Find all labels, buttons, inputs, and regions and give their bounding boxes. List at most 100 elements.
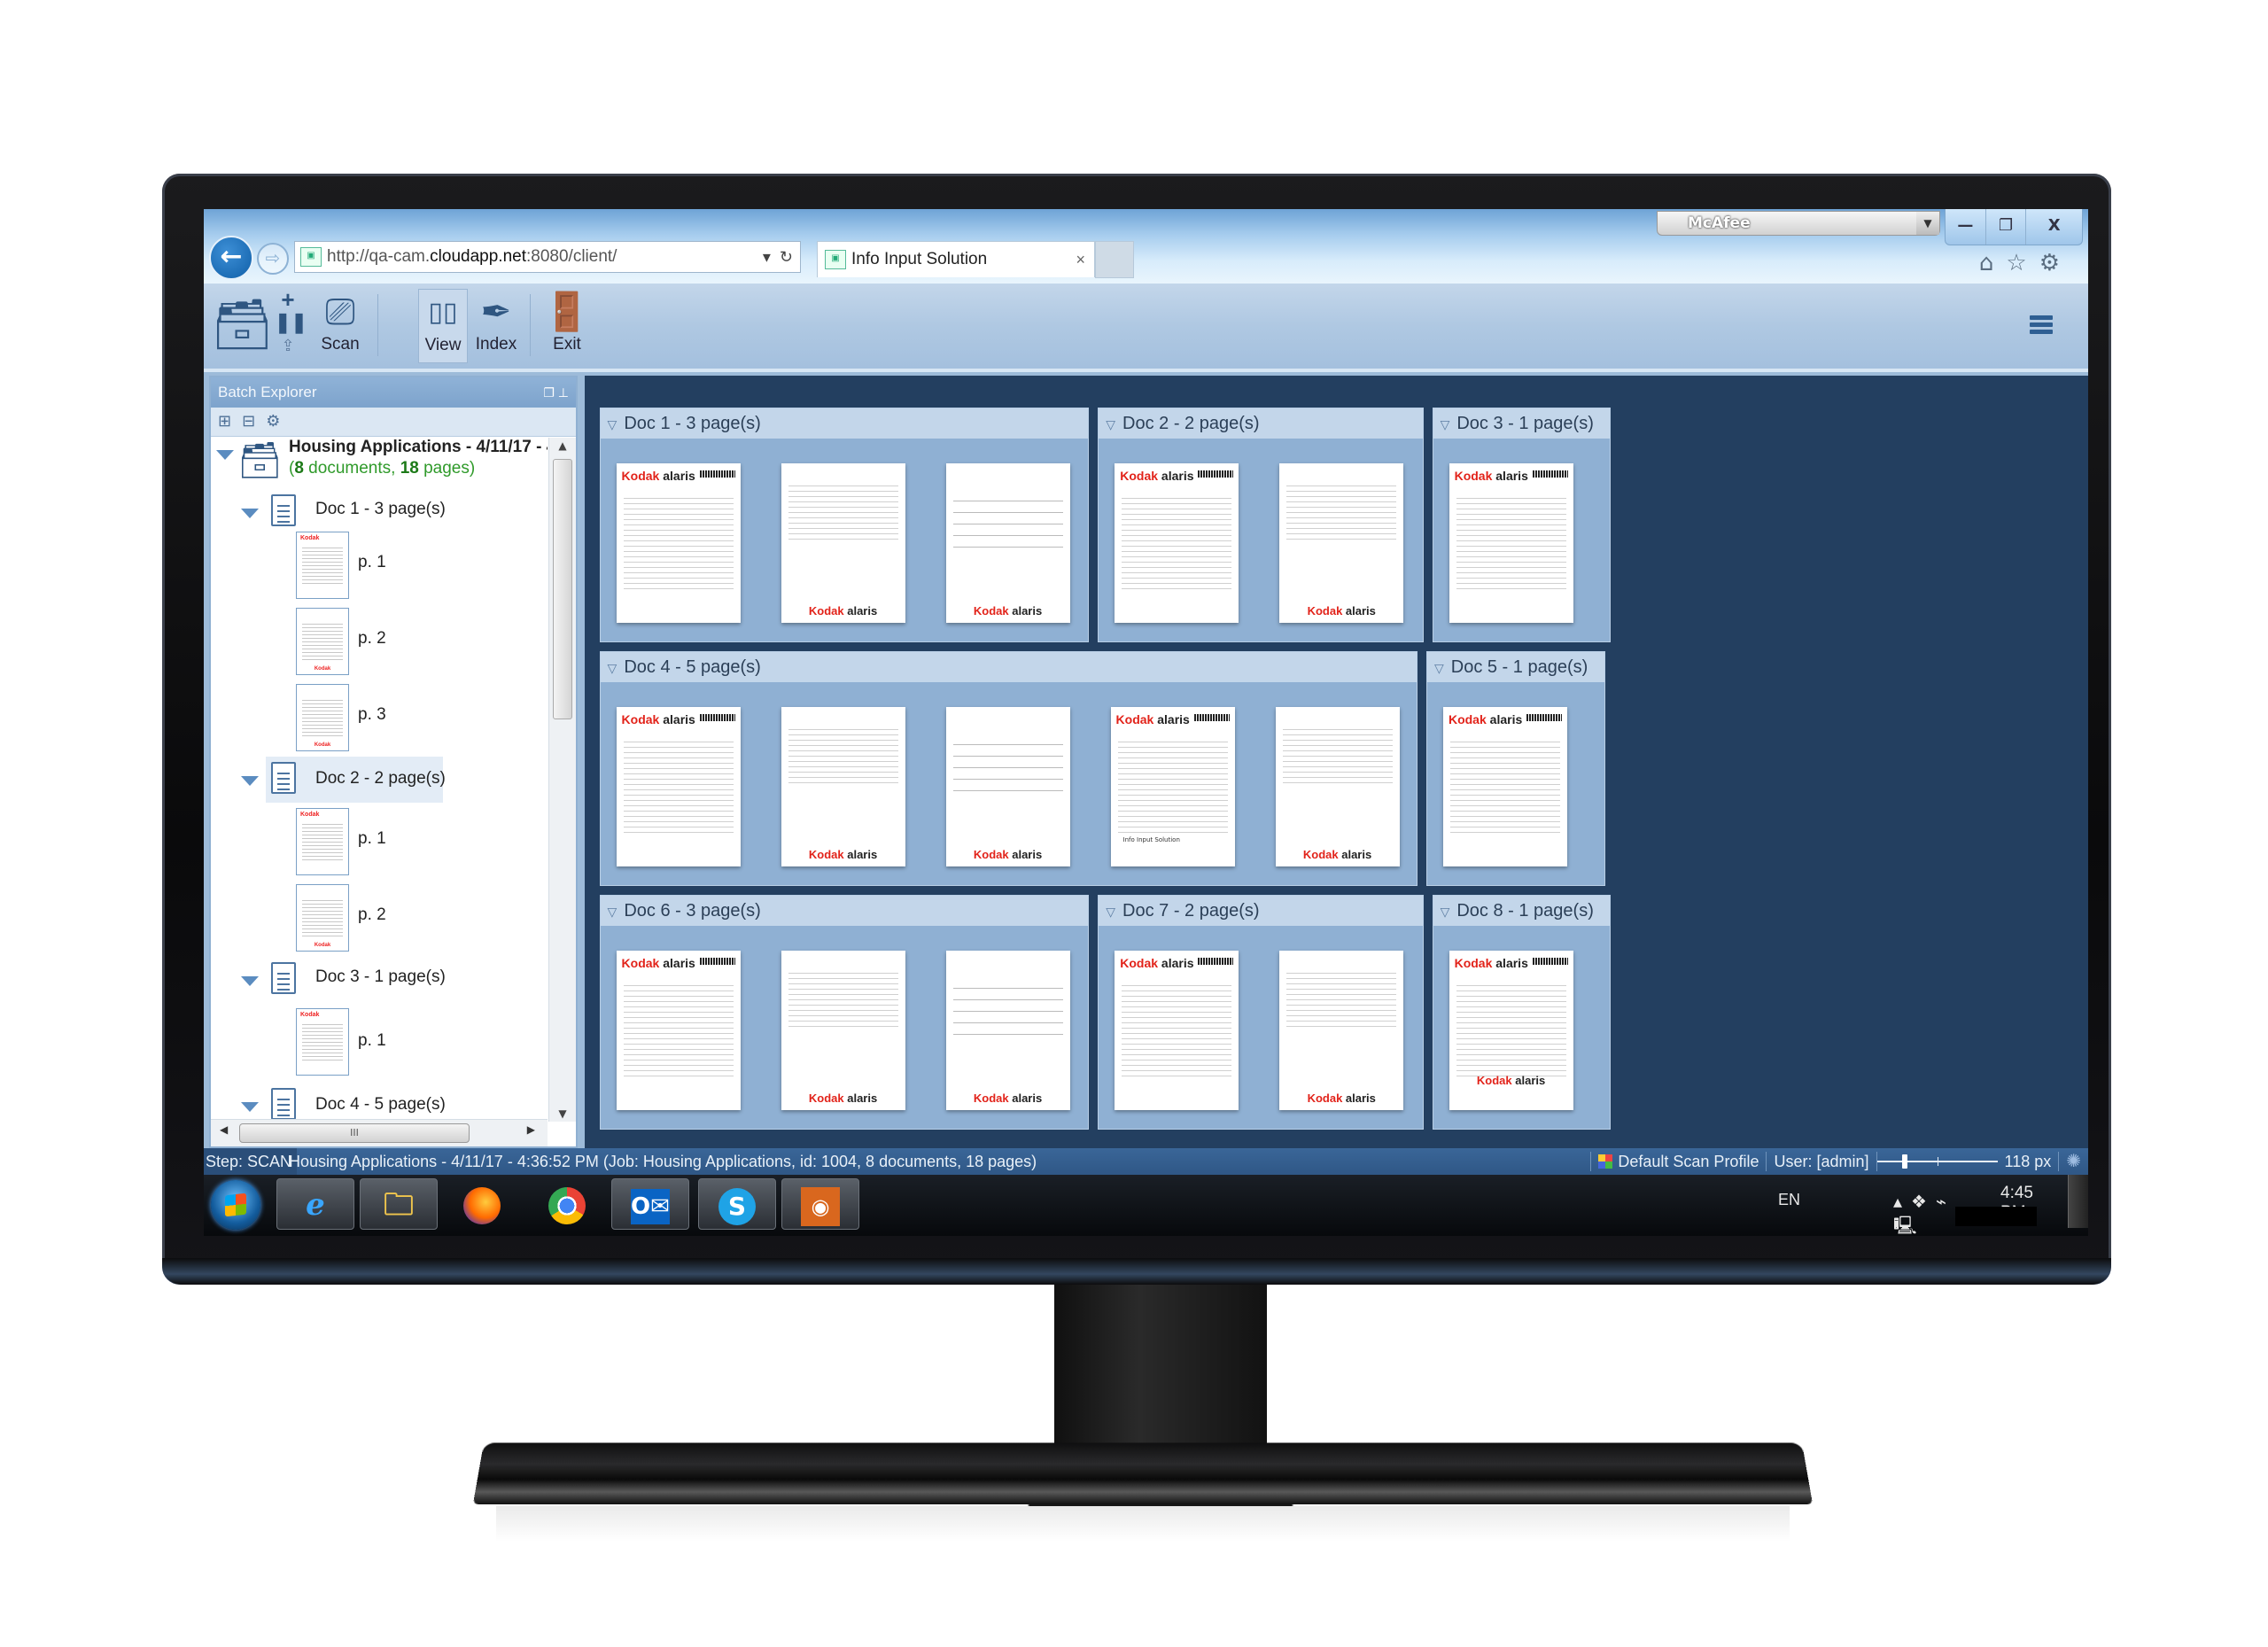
page-thumbnail[interactable]: Kodak alaris: [1449, 463, 1573, 624]
page-thumbnail[interactable]: Kodak alaris: [945, 950, 1070, 1110]
tree-page-label[interactable]: p. 2: [358, 905, 386, 925]
collapse-chevron-icon[interactable]: ▽: [1106, 409, 1115, 439]
tree-page-thumbnail[interactable]: Kodak: [296, 808, 349, 875]
expand-triangle-icon[interactable]: [241, 1102, 259, 1112]
scroll-down-icon[interactable]: ▼: [549, 1107, 576, 1120]
doc-group-6[interactable]: ▽ Doc 6 - 3 page(s) Kodak alaris Kodak alar…: [599, 894, 1090, 1130]
page-thumbnail[interactable]: Kodak alaris: [1279, 950, 1404, 1110]
tree-page-thumbnail[interactable]: Kodak: [296, 608, 349, 675]
new-tab-button[interactable]: [1095, 241, 1134, 278]
gear-icon[interactable]: ⚙: [2039, 250, 2072, 276]
scroll-up-icon[interactable]: ▲: [549, 439, 576, 452]
page-thumbnail[interactable]: Kodak alaris: [1115, 463, 1239, 624]
page-thumbnail[interactable]: Kodak alaris: [945, 463, 1070, 624]
index-button[interactable]: ✒ Index: [471, 289, 521, 363]
float-panel-icon[interactable]: ❐: [543, 385, 555, 400]
dropbox-icon[interactable]: ❖: [1911, 1193, 1936, 1212]
expand-triangle-icon[interactable]: [241, 976, 259, 986]
page-thumbnail[interactable]: Kodak alaris Info Input Solution: [1110, 707, 1235, 867]
collapse-chevron-icon[interactable]: ▽: [608, 897, 617, 926]
doc-group-1[interactable]: ▽ Doc 1 - 3 page(s) Kodak alaris Kodak alar…: [599, 408, 1090, 643]
collapse-chevron-icon[interactable]: ▽: [1434, 653, 1444, 682]
pin-icon[interactable]: ⊥: [558, 385, 569, 400]
settings-gears-icon[interactable]: ⚙: [266, 412, 280, 431]
add-icon[interactable]: +: [275, 288, 301, 311]
tree-page-thumbnail[interactable]: Kodak: [296, 684, 349, 751]
network-icon[interactable]: 🖳: [1893, 1216, 1926, 1236]
show-hidden-icons-icon[interactable]: ▴: [1893, 1193, 1911, 1212]
doc-group-header[interactable]: ▽ Doc 7 - 2 page(s): [1099, 895, 1423, 926]
doc-group-header[interactable]: ▽ Doc 6 - 3 page(s): [600, 895, 1089, 926]
collapse-chevron-icon[interactable]: ▽: [608, 653, 617, 682]
tab-close-icon[interactable]: ×: [1076, 242, 1085, 277]
scroll-thumb[interactable]: III: [239, 1123, 470, 1143]
tree-page-label[interactable]: p. 1: [358, 1031, 386, 1051]
doc-group-header[interactable]: ▽ Doc 8 - 1 page(s): [1433, 895, 1611, 926]
collapse-all-icon[interactable]: ⊟: [242, 412, 255, 431]
upload-icon[interactable]: ⇪: [275, 335, 301, 356]
doc-group-4[interactable]: ▽ Doc 4 - 5 page(s) Kodak alaris Kodak alar…: [599, 651, 1418, 886]
back-button[interactable]: ←: [209, 236, 253, 280]
page-thumbnail[interactable]: Kodak alaris: [1442, 707, 1567, 867]
doc-group-5[interactable]: ▽ Doc 5 - 1 page(s) Kodak alaris: [1425, 651, 1605, 886]
expand-triangle-icon[interactable]: [241, 509, 259, 518]
tree-page-thumbnail[interactable]: Kodak: [296, 1008, 349, 1076]
page-thumbnail[interactable]: Kodak alaris: [781, 950, 905, 1110]
scroll-left-icon[interactable]: ◀: [220, 1123, 228, 1136]
page-thumbnail[interactable]: Kodak alaris: [616, 463, 741, 624]
batch-node-title[interactable]: Housing Applications - 4/11/17 - 4: [289, 438, 548, 457]
doc-group-header[interactable]: ▽ Doc 2 - 2 page(s): [1099, 408, 1423, 439]
page-thumbnail[interactable]: Kodak alaris: [1279, 463, 1404, 624]
tree-doc-3[interactable]: Doc 3 - 1 page(s): [315, 967, 446, 987]
taskbar-chrome[interactable]: [528, 1178, 606, 1230]
doc-group-header[interactable]: ▽ Doc 4 - 5 page(s): [600, 652, 1418, 683]
restore-button[interactable]: ❐: [1986, 209, 2027, 245]
expand-triangle-icon[interactable]: [216, 450, 234, 460]
taskbar-camera-app[interactable]: ◉: [781, 1178, 859, 1230]
scan-button[interactable]: ⎚ Scan: [314, 289, 367, 363]
tree-page-label[interactable]: p. 1: [358, 553, 386, 572]
collapse-chevron-icon[interactable]: ▽: [1106, 897, 1115, 926]
taskbar-firefox[interactable]: [443, 1178, 521, 1230]
scroll-right-icon[interactable]: ▶: [527, 1123, 535, 1136]
chevron-down-icon[interactable]: ▼: [1916, 212, 1939, 235]
page-thumbnail[interactable]: Kodak alaris: [945, 707, 1070, 867]
taskbar-file-explorer[interactable]: 🗀: [360, 1178, 438, 1230]
tree-horizontal-scrollbar[interactable]: ◀ III ▶: [211, 1119, 548, 1146]
browser-tab[interactable]: ▣ Info Input Solution ×: [817, 241, 1095, 277]
exit-button[interactable]: 🚪 Exit: [542, 289, 592, 363]
doc-group-header[interactable]: ▽ Doc 5 - 1 page(s): [1426, 652, 1604, 683]
tree-page-label[interactable]: p. 1: [358, 829, 386, 849]
scan-profile[interactable]: Default Scan Profile: [1590, 1152, 1766, 1171]
forward-button[interactable]: ⇨: [257, 243, 289, 275]
doc-group-7[interactable]: ▽ Doc 7 - 2 page(s) Kodak alaris Kodak alar…: [1098, 894, 1424, 1130]
page-thumbnail[interactable]: Kodak alaris: [1275, 707, 1400, 867]
page-thumbnail[interactable]: Kodak alaris Kodak alaris: [1449, 950, 1573, 1110]
address-dropdown-icon[interactable]: ▾: [763, 248, 771, 266]
batch-button[interactable]: 🗃: [211, 289, 274, 363]
doc-group-header[interactable]: ▽ Doc 3 - 1 page(s): [1433, 408, 1611, 439]
slider-knob[interactable]: [1902, 1154, 1908, 1169]
tree-doc-2[interactable]: Doc 2 - 2 page(s): [315, 769, 446, 789]
taskbar-internet-explorer[interactable]: e: [276, 1178, 354, 1230]
close-button[interactable]: X: [2026, 209, 2082, 245]
show-desktop-button[interactable]: [2068, 1175, 2088, 1228]
tree-vertical-scrollbar[interactable]: ▲ ▼: [548, 438, 576, 1122]
doc-group-header[interactable]: ▽ Doc 1 - 3 page(s): [600, 408, 1089, 439]
page-thumbnail[interactable]: Kodak alaris: [616, 707, 741, 867]
collapse-chevron-icon[interactable]: ▽: [1441, 409, 1450, 439]
page-thumbnail[interactable]: Kodak alaris: [1115, 950, 1239, 1110]
view-button[interactable]: ▯▯ View: [418, 289, 468, 363]
mcafee-toolbar[interactable]: McAfee ▼: [1657, 211, 1940, 236]
star-icon[interactable]: ☆: [2006, 250, 2039, 276]
page-thumbnail[interactable]: Kodak alaris: [781, 707, 905, 867]
tree-doc-1[interactable]: Doc 1 - 3 page(s): [315, 500, 446, 519]
refresh-icon[interactable]: ↻: [780, 248, 793, 266]
doc-group-2[interactable]: ▽ Doc 2 - 2 page(s) Kodak alaris Kodak alar…: [1098, 408, 1424, 643]
taskbar-outlook[interactable]: O✉: [611, 1178, 689, 1230]
taskbar-skype[interactable]: S: [698, 1178, 776, 1230]
address-bar[interactable]: ▣ http://qa-cam.cloudapp.net:8080/client/…: [294, 241, 801, 273]
tree-page-label[interactable]: p. 2: [358, 629, 386, 649]
hamburger-menu-icon[interactable]: [2030, 315, 2053, 337]
tree-page-label[interactable]: p. 3: [358, 705, 386, 725]
